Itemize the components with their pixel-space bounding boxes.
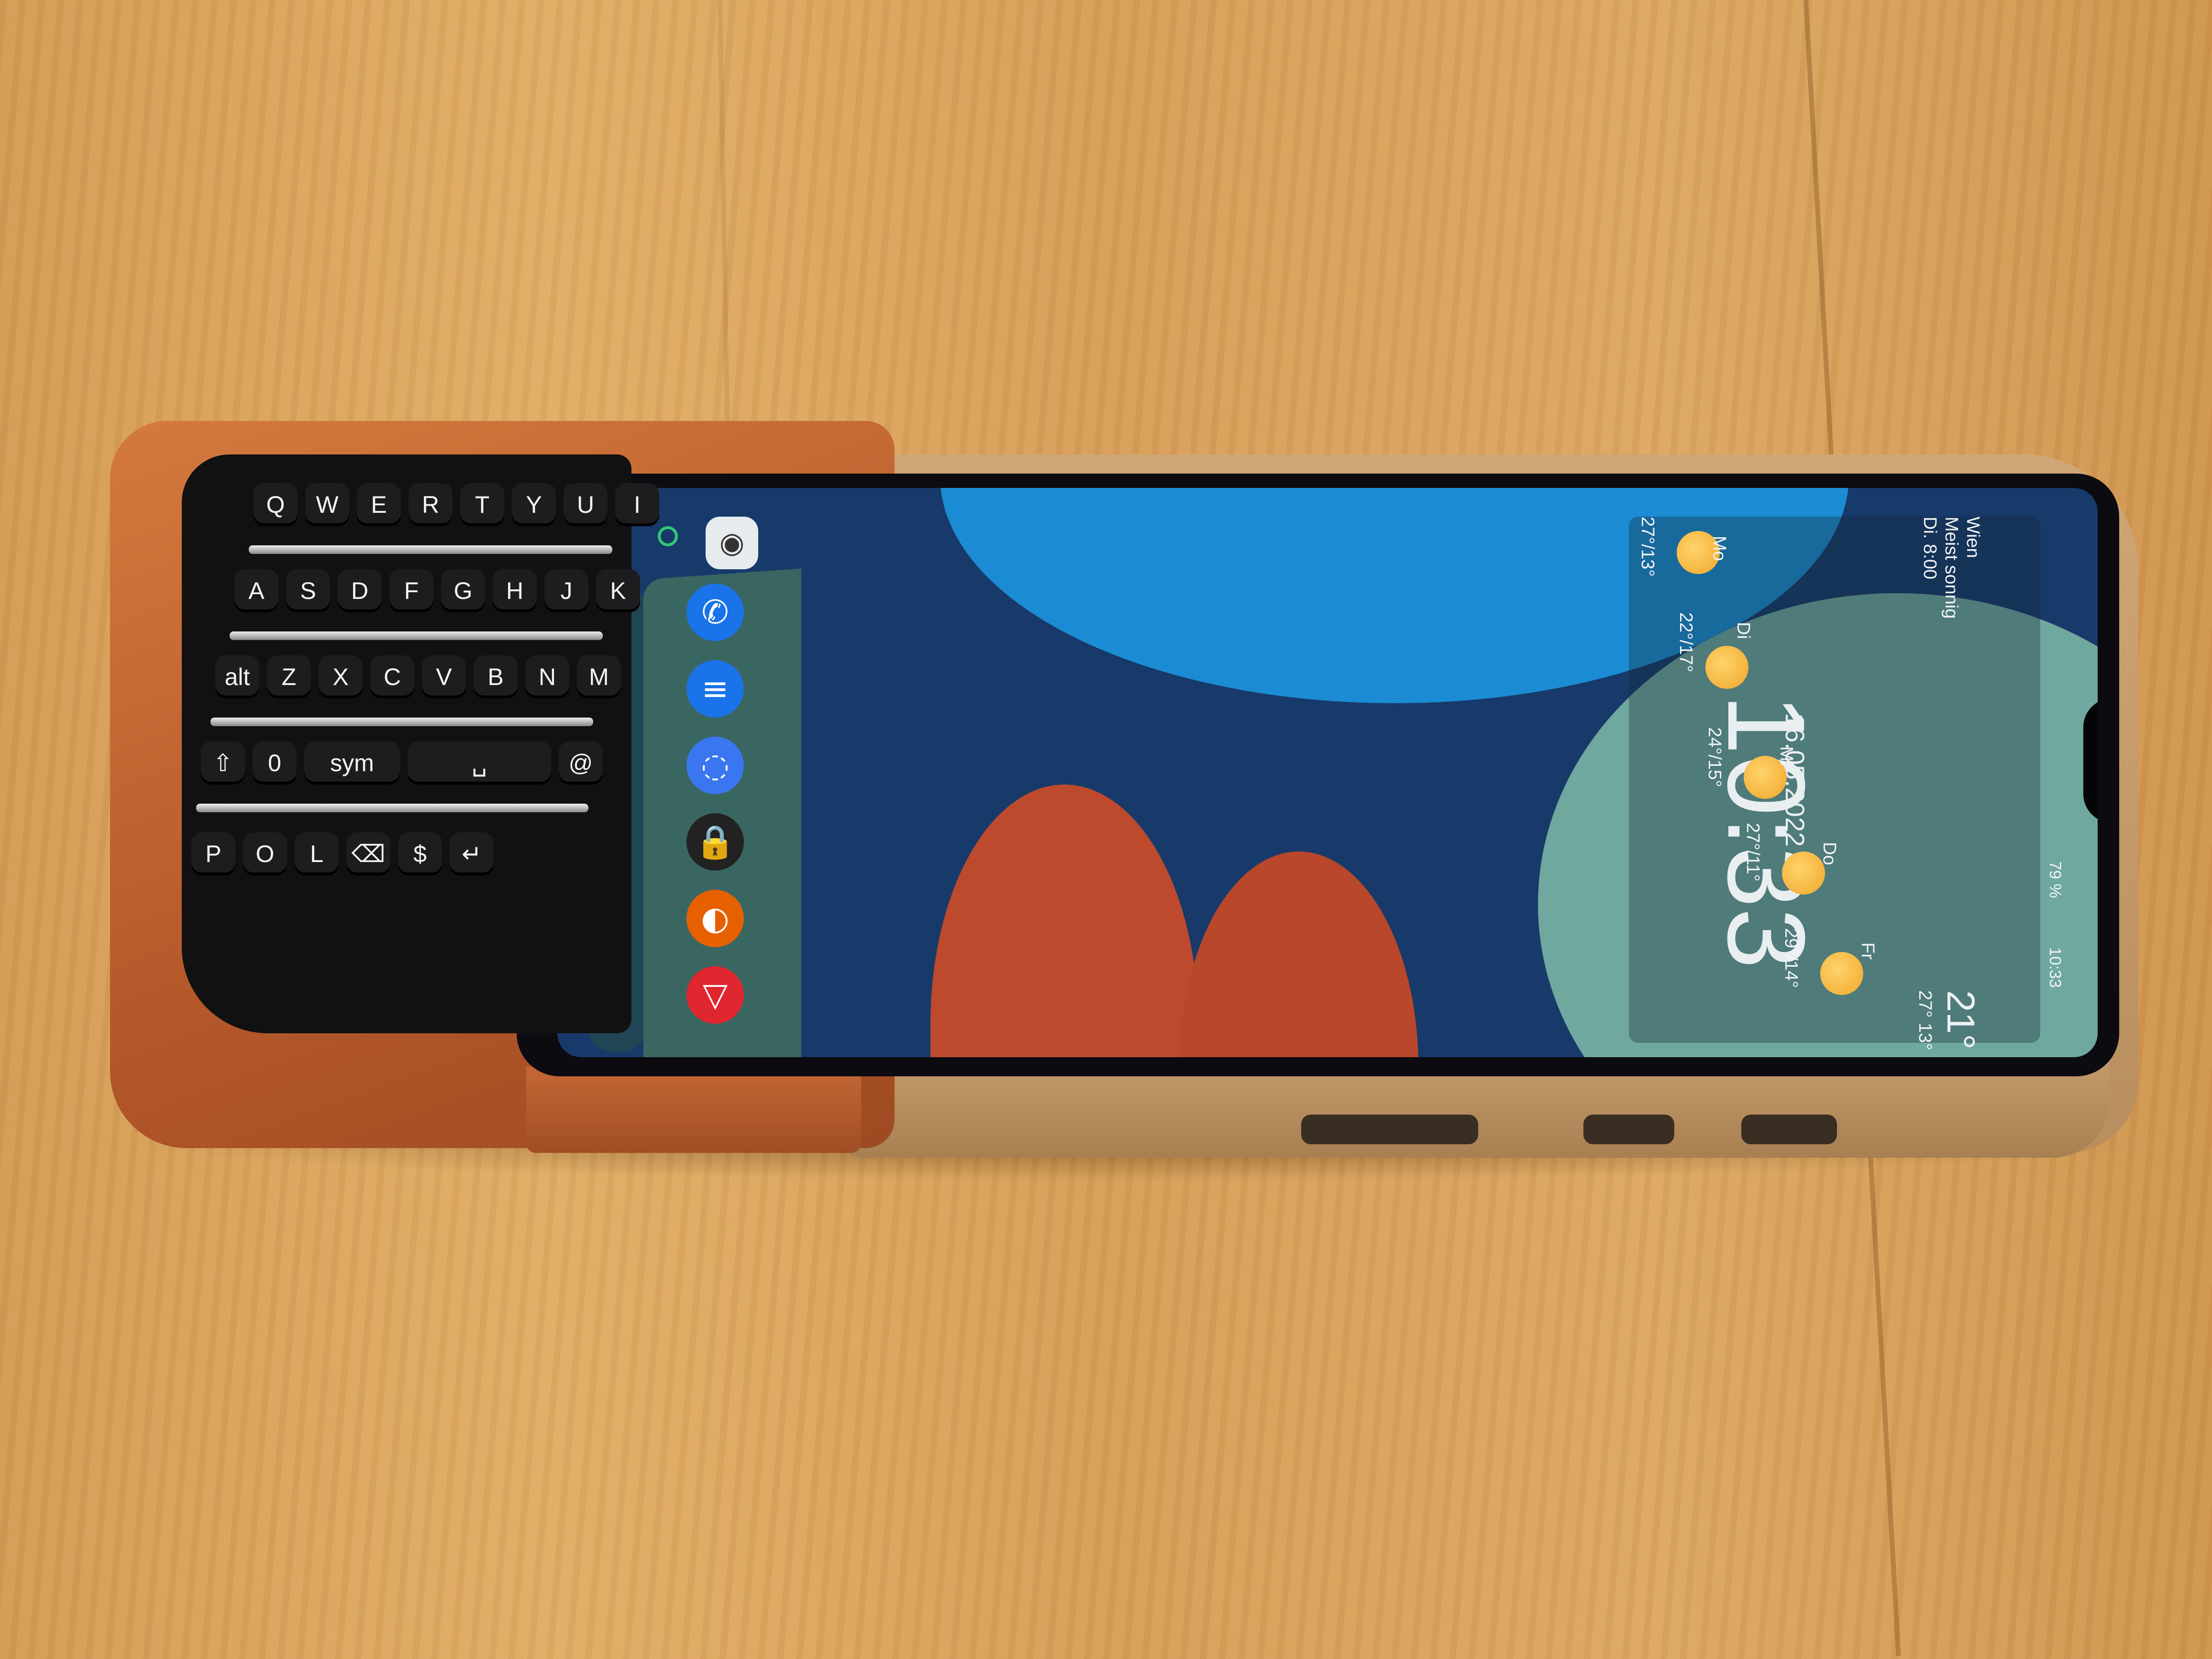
- forecast-range: 27°/11°: [1743, 823, 1763, 882]
- keyboard-fret: [249, 545, 612, 554]
- case-port-button-2: [1741, 1115, 1837, 1144]
- key-p[interactable]: P: [191, 832, 235, 875]
- key-k[interactable]: K: [596, 569, 640, 612]
- messages-icon[interactable]: ≡: [686, 660, 744, 718]
- forecast-day: Mo: [1709, 536, 1729, 561]
- key-enter[interactable]: ↵: [450, 832, 494, 875]
- tan-case-edge: [842, 1062, 2110, 1158]
- keyboard-row-4: ⇧ 0 sym ␣ @: [201, 741, 631, 785]
- physical-keyboard: Q W E R T Y U I A S D F G H J K alt Z X …: [182, 454, 659, 1033]
- weather-condition: Meist sonnig: [1941, 517, 1961, 619]
- key-c[interactable]: C: [370, 655, 414, 698]
- key-shift[interactable]: ⇧: [201, 741, 245, 785]
- keyboard-fret: [210, 718, 593, 726]
- forecast-range: 29°/14°: [1781, 928, 1801, 988]
- keyboard-row-3: alt Z X C V B N M: [215, 655, 646, 698]
- key-b[interactable]: B: [474, 655, 518, 698]
- key-r[interactable]: R: [409, 483, 453, 526]
- forecast-day: Do: [1819, 842, 1839, 865]
- status-battery: 79 %: [2046, 861, 2064, 898]
- alarm-time: Di. 8:00: [1920, 517, 1940, 579]
- weather-location: Wien: [1963, 517, 1983, 558]
- camera-notch: [2083, 698, 2098, 823]
- case-port-usb: [1301, 1115, 1478, 1144]
- forecast-day: Mi: [1776, 746, 1796, 766]
- privacy-indicator-icon: [658, 526, 678, 546]
- key-z[interactable]: Z: [267, 655, 311, 698]
- keyboard-row-1: Q W E R T Y U I: [254, 483, 684, 526]
- key-h[interactable]: H: [493, 569, 537, 612]
- copper-slide-rail: [526, 1067, 861, 1153]
- forecast-range: 24°/15°: [1704, 727, 1725, 787]
- keyboard-row-5: P O L ⌫ $ ↵: [191, 832, 622, 875]
- key-t[interactable]: T: [460, 483, 504, 526]
- key-x[interactable]: X: [319, 655, 363, 698]
- key-d[interactable]: D: [338, 569, 382, 612]
- forecast-day: Di: [1733, 622, 1753, 639]
- key-j[interactable]: J: [544, 569, 588, 612]
- phone-screen[interactable]: ◀ ● ■ ◉ ✆ ≡ ◌ 🔒 ◐ ▽ Wien Meist sonnig Di…: [557, 488, 2098, 1057]
- key-f[interactable]: F: [389, 569, 433, 612]
- wallpaper-red-shape-2: [1179, 852, 1418, 1057]
- camera-app-icon[interactable]: ◉: [706, 517, 758, 569]
- key-alt[interactable]: alt: [215, 655, 259, 698]
- forecast-range: 22°/17°: [1676, 612, 1696, 673]
- current-temperature: 21°: [1939, 990, 1982, 1050]
- key-l[interactable]: L: [295, 832, 339, 875]
- key-g[interactable]: G: [441, 569, 485, 612]
- key-backspace[interactable]: ⌫: [346, 832, 390, 875]
- lock-icon[interactable]: 🔒: [686, 813, 744, 871]
- phone-icon[interactable]: ✆: [686, 584, 744, 641]
- current-temp-range: 27° 13°: [1915, 990, 1935, 1051]
- firefox-icon[interactable]: ◐: [686, 890, 744, 947]
- status-clock: 10:33: [2046, 947, 2064, 988]
- key-dollar[interactable]: $: [398, 832, 442, 875]
- key-space[interactable]: ␣: [408, 741, 551, 785]
- wallpaper-red-shape: [930, 785, 1198, 1057]
- keyboard-fret: [196, 804, 588, 812]
- case-port-button: [1583, 1115, 1674, 1144]
- signal-icon[interactable]: ◌: [686, 737, 744, 794]
- key-at[interactable]: @: [559, 741, 603, 785]
- key-zero[interactable]: 0: [253, 741, 297, 785]
- weather-cloud-icon: [1705, 646, 1748, 689]
- key-m[interactable]: M: [577, 655, 621, 698]
- key-u[interactable]: U: [564, 483, 608, 526]
- keyboard-fret: [230, 631, 603, 640]
- key-o[interactable]: O: [243, 832, 287, 875]
- keyboard-row-2: A S D F G H J K: [234, 569, 665, 612]
- key-a[interactable]: A: [234, 569, 278, 612]
- key-i[interactable]: I: [615, 483, 659, 526]
- key-q[interactable]: Q: [254, 483, 298, 526]
- key-w[interactable]: W: [305, 483, 349, 526]
- key-v[interactable]: V: [422, 655, 466, 698]
- key-e[interactable]: E: [357, 483, 401, 526]
- key-n[interactable]: N: [525, 655, 569, 698]
- key-s[interactable]: S: [286, 569, 330, 612]
- forecast-day: Fr: [1858, 942, 1878, 960]
- forecast-range: 27°/13°: [1637, 517, 1658, 577]
- key-sym[interactable]: sym: [304, 741, 400, 785]
- key-y[interactable]: Y: [512, 483, 556, 526]
- delta-icon[interactable]: ▽: [686, 966, 744, 1024]
